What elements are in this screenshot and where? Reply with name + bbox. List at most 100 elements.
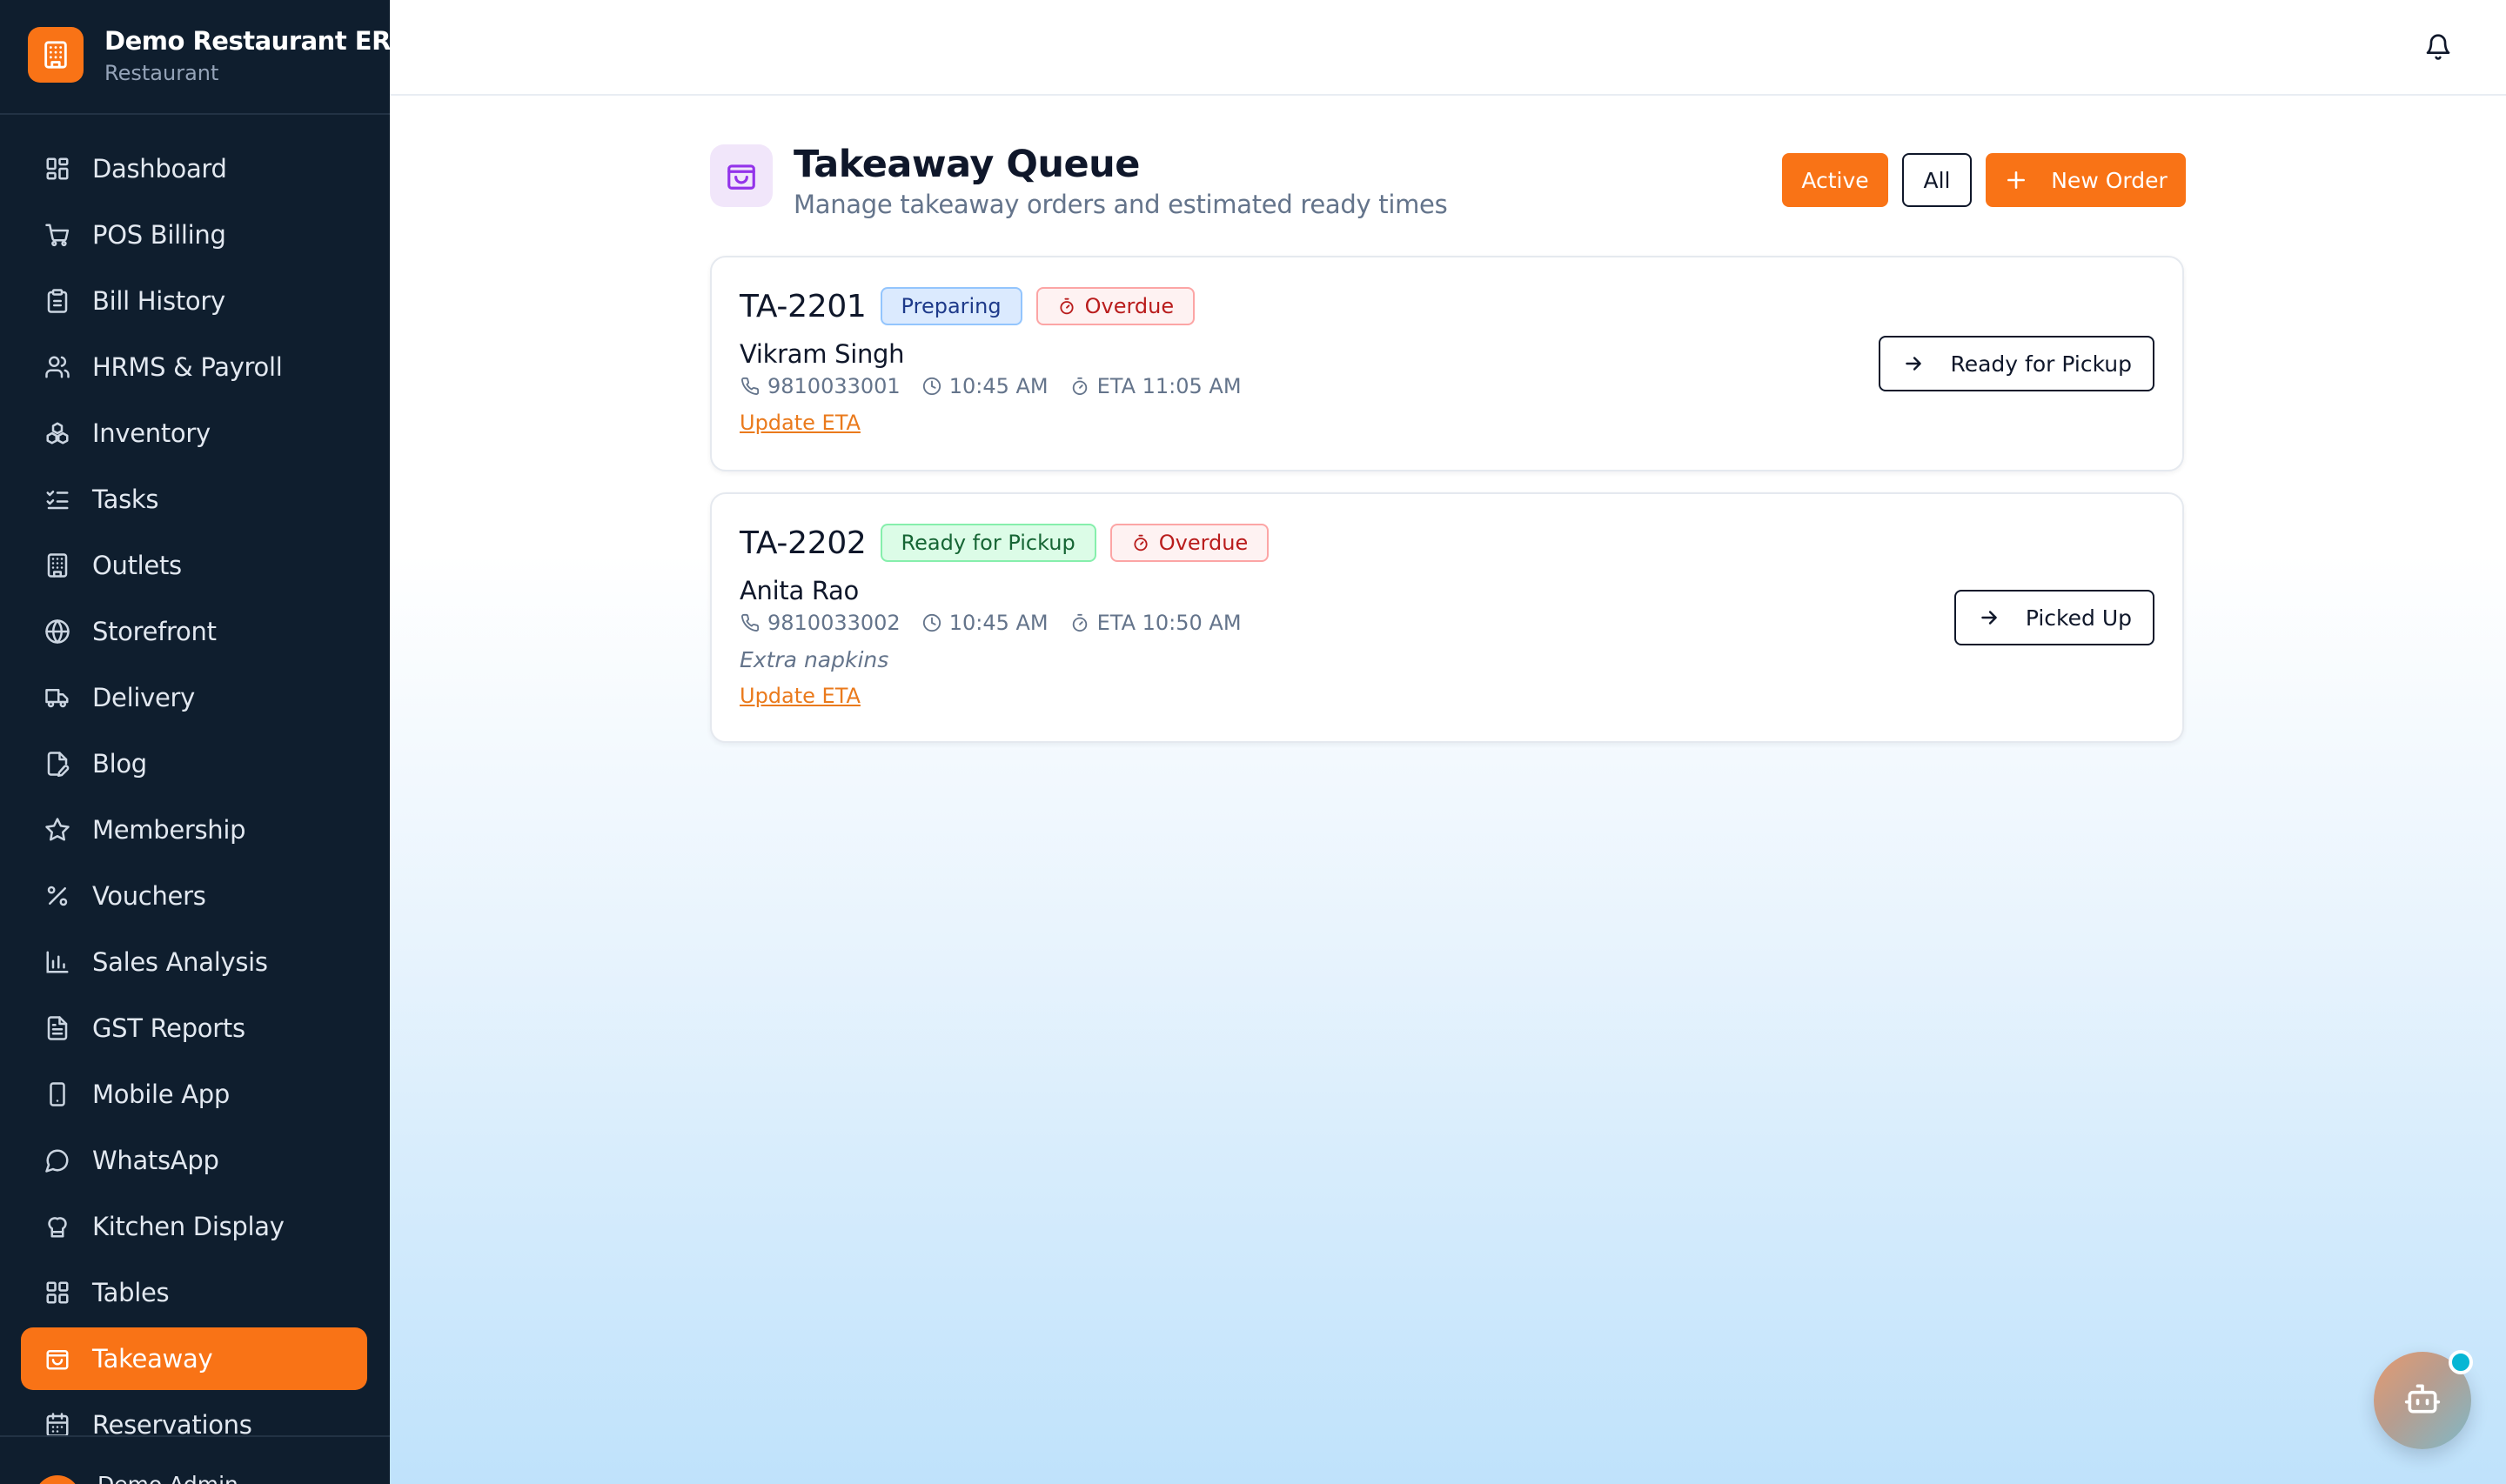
sidebar-item-label: GST Reports xyxy=(92,1013,245,1043)
new-order-button[interactable]: New Order xyxy=(1986,153,2186,207)
overdue-label: Overdue xyxy=(1084,294,1175,318)
top-bar xyxy=(390,0,2506,96)
sidebar-item-dashboard[interactable]: Dashboard xyxy=(21,137,367,200)
timer-icon xyxy=(1069,376,1090,397)
shopping-bag-icon xyxy=(710,144,773,207)
users-icon xyxy=(44,353,71,381)
sidebar-item-storefront[interactable]: Storefront xyxy=(21,600,367,663)
overdue-label: Overdue xyxy=(1158,531,1249,555)
sidebar-item-label: Outlets xyxy=(92,551,182,580)
ready-for-pickup-button[interactable]: Ready for Pickup xyxy=(1879,336,2154,391)
arrow-right-icon xyxy=(1977,605,2001,630)
sidebar-item-blog[interactable]: Blog xyxy=(21,732,367,795)
order-card: TA-2201 Preparing Overdue Vikram Singh 9… xyxy=(710,256,2184,471)
sidebar-item-membership[interactable]: Membership xyxy=(21,799,367,861)
sidebar-item-tables[interactable]: Tables xyxy=(21,1261,367,1324)
sidebar-item-label: Membership xyxy=(92,815,246,845)
sidebar-item-label: Bill History xyxy=(92,286,225,316)
sidebar-item-outlets[interactable]: Outlets xyxy=(21,534,367,597)
sidebar-item-inventory[interactable]: Inventory xyxy=(21,402,367,465)
globe-icon xyxy=(44,618,71,645)
sidebar-item-kitchen-display[interactable]: Kitchen Display xyxy=(21,1195,367,1258)
phone-number: 9810033002 xyxy=(767,611,901,635)
order-id: TA-2201 xyxy=(740,288,867,324)
sidebar-item-hrms-payroll[interactable]: HRMS & Payroll xyxy=(21,336,367,398)
order-time: 10:45 AM xyxy=(948,374,1049,398)
restaurant-logo-icon xyxy=(28,27,84,83)
order-time: 10:45 AM xyxy=(948,611,1049,635)
chat-icon xyxy=(44,1146,71,1174)
filter-all-button[interactable]: All xyxy=(1902,153,1972,207)
sidebar-item-label: WhatsApp xyxy=(92,1146,219,1175)
sidebar-item-label: Inventory xyxy=(92,418,211,448)
sidebar-item-delivery[interactable]: Delivery xyxy=(21,666,367,729)
timer-icon xyxy=(1057,297,1076,316)
filter-active-button[interactable]: Active xyxy=(1782,153,1888,207)
order-eta: ETA 10:50 AM xyxy=(1096,611,1242,635)
page-title: Takeaway Queue xyxy=(794,143,1140,186)
sidebar-item-bill-history[interactable]: Bill History xyxy=(21,270,367,332)
overdue-badge: Overdue xyxy=(1035,287,1196,325)
main-content: Takeaway Queue Manage takeaway orders an… xyxy=(390,96,2506,1484)
order-eta: ETA 11:05 AM xyxy=(1096,374,1242,398)
sidebar-item-label: Tables xyxy=(92,1278,170,1307)
notification-dot xyxy=(2449,1350,2473,1374)
sidebar-item-tasks[interactable]: Tasks xyxy=(21,468,367,531)
clock-icon xyxy=(921,376,942,397)
brand-header[interactable]: Demo Restaurant ERP Restaurant xyxy=(0,0,409,115)
user-profile[interactable]: Demo Admin xyxy=(0,1435,390,1484)
sidebar-item-label: Dashboard xyxy=(92,154,227,184)
plus-icon xyxy=(2004,168,2028,192)
building-icon xyxy=(44,551,71,579)
sidebar-item-vouchers[interactable]: Vouchers xyxy=(21,865,367,927)
checklist-icon xyxy=(44,485,71,513)
chef-hat-icon xyxy=(44,1213,71,1240)
cart-icon xyxy=(44,221,71,249)
sidebar-nav: Dashboard POS Billing Bill History HRMS … xyxy=(21,137,367,1460)
order-header: TA-2202 Ready for Pickup Overdue xyxy=(740,524,1283,562)
status-badge: Ready for Pickup xyxy=(880,524,1096,562)
brand-title: Demo Restaurant ERP xyxy=(104,26,409,56)
percent-icon xyxy=(44,882,71,910)
sidebar-item-label: Storefront xyxy=(92,617,217,646)
sidebar-item-label: Mobile App xyxy=(92,1080,231,1109)
order-note: Extra napkins xyxy=(740,647,889,672)
status-badge: Preparing xyxy=(880,287,1022,325)
sidebar-item-sales-analysis[interactable]: Sales Analysis xyxy=(21,931,367,993)
action-label: Picked Up xyxy=(2025,605,2132,631)
phone-number: 9810033001 xyxy=(767,374,901,398)
order-meta: 9810033001 10:45 AM ETA 11:05 AM xyxy=(740,374,1242,398)
dashboard-icon xyxy=(44,155,71,183)
sidebar-item-label: HRMS & Payroll xyxy=(92,352,283,382)
page-subtitle: Manage takeaway orders and estimated rea… xyxy=(794,190,1448,219)
bell-icon[interactable] xyxy=(2421,30,2456,64)
overdue-badge: Overdue xyxy=(1109,524,1270,562)
sidebar-item-label: Blog xyxy=(92,749,147,779)
bar-chart-icon xyxy=(44,948,71,976)
sidebar-item-label: Delivery xyxy=(92,683,195,712)
sidebar-item-mobile-app[interactable]: Mobile App xyxy=(21,1063,367,1126)
update-eta-link[interactable]: Update ETA xyxy=(740,684,861,708)
update-eta-link[interactable]: Update ETA xyxy=(740,411,861,435)
order-header: TA-2201 Preparing Overdue xyxy=(740,287,1209,325)
user-name: Demo Admin xyxy=(97,1472,238,1484)
phone-icon xyxy=(740,376,761,397)
sidebar-item-pos-billing[interactable]: POS Billing xyxy=(21,204,367,266)
sidebar-item-label: Kitchen Display xyxy=(92,1212,285,1241)
customer-name: Vikram Singh xyxy=(740,339,905,369)
new-order-label: New Order xyxy=(2051,167,2168,193)
file-pen-icon xyxy=(44,750,71,778)
truck-icon xyxy=(44,684,71,712)
sidebar-item-gst-reports[interactable]: GST Reports xyxy=(21,997,367,1060)
clock-icon xyxy=(921,612,942,633)
picked-up-button[interactable]: Picked Up xyxy=(1953,590,2154,645)
customer-name: Anita Rao xyxy=(740,576,859,605)
smartphone-icon xyxy=(44,1080,71,1108)
arrow-right-icon xyxy=(1901,351,1926,376)
boxes-icon xyxy=(44,419,71,447)
order-id: TA-2202 xyxy=(740,525,867,561)
timer-icon xyxy=(1131,533,1150,552)
sidebar-item-takeaway[interactable]: Takeaway xyxy=(21,1327,367,1390)
sidebar-item-label: Takeaway xyxy=(92,1344,213,1374)
sidebar-item-whatsapp[interactable]: WhatsApp xyxy=(21,1129,367,1192)
